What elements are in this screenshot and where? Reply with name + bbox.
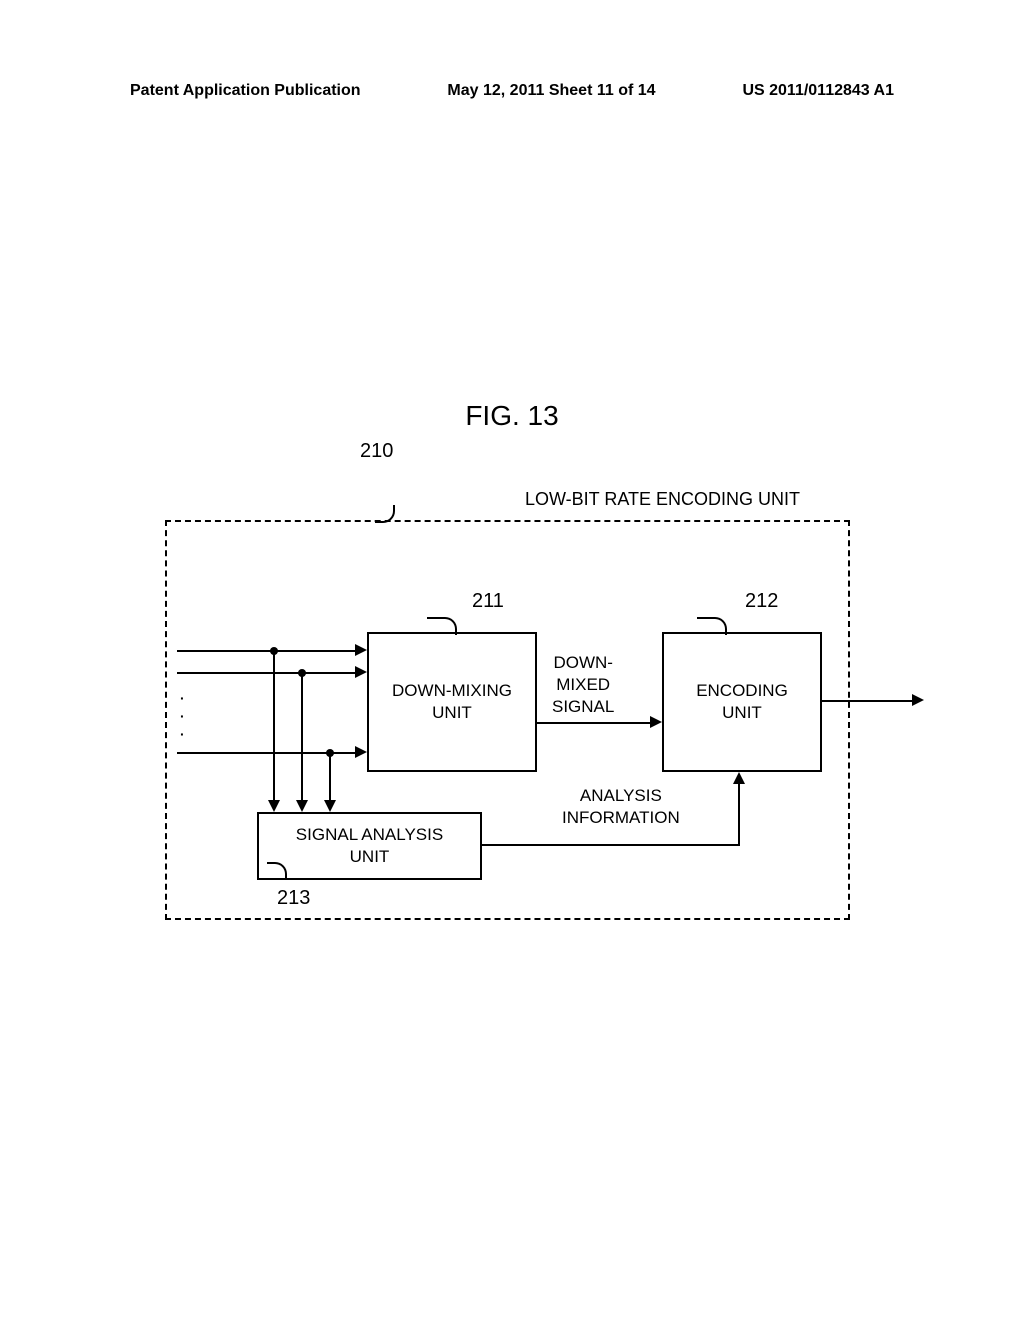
ref-210: 210 — [360, 440, 393, 463]
analysis-info-line-h — [482, 844, 740, 846]
diagram: 210 LOW-BIT RATE ENCODING UNIT 211 212 D… — [130, 475, 880, 945]
output-line — [822, 700, 912, 702]
downmixing-label: DOWN-MIXING UNIT — [392, 680, 512, 724]
ellipsis-icon: ··· — [180, 689, 185, 744]
arrowhead-icon — [733, 772, 745, 784]
downmixing-unit-box: DOWN-MIXING UNIT — [367, 632, 537, 772]
header-center: May 12, 2011 Sheet 11 of 14 — [447, 82, 655, 100]
encoding-unit-box: ENCODING UNIT — [662, 632, 822, 772]
tap-line-3 — [329, 752, 331, 800]
arrowhead-icon — [355, 666, 367, 678]
arrowhead-icon — [650, 716, 662, 728]
downmixed-signal-line — [537, 722, 650, 724]
container-title: LOW-BIT RATE ENCODING UNIT — [525, 489, 800, 510]
arrowhead-icon — [268, 800, 280, 812]
analysis-info-label: ANALYSIS INFORMATION — [562, 785, 680, 829]
ref-213: 213 — [277, 887, 310, 910]
encoding-label: ENCODING UNIT — [696, 680, 788, 724]
unit-boundary: 211 212 DOWN-MIXING UNIT ENCODING UNIT S… — [165, 520, 850, 920]
arrowhead-icon — [912, 694, 924, 706]
downmixed-signal-label: DOWN- MIXED SIGNAL — [552, 652, 614, 718]
page-header: Patent Application Publication May 12, 2… — [0, 82, 1024, 100]
figure-title: FIG. 13 — [0, 400, 1024, 432]
tap-line-1 — [273, 650, 275, 800]
analysis-label: SIGNAL ANALYSIS UNIT — [296, 824, 443, 868]
analysis-info-line-v — [738, 784, 740, 846]
arrowhead-icon — [355, 644, 367, 656]
arrowhead-icon — [296, 800, 308, 812]
header-left: Patent Application Publication — [130, 82, 361, 100]
input-line-1 — [177, 650, 355, 652]
input-line-2 — [177, 672, 355, 674]
ref-212: 212 — [745, 590, 778, 613]
ref-211: 211 — [472, 590, 504, 613]
header-right: US 2011/0112843 A1 — [742, 82, 894, 100]
arrowhead-icon — [324, 800, 336, 812]
tap-line-2 — [301, 672, 303, 800]
signal-analysis-box: SIGNAL ANALYSIS UNIT — [257, 812, 482, 880]
arrowhead-icon — [355, 746, 367, 758]
